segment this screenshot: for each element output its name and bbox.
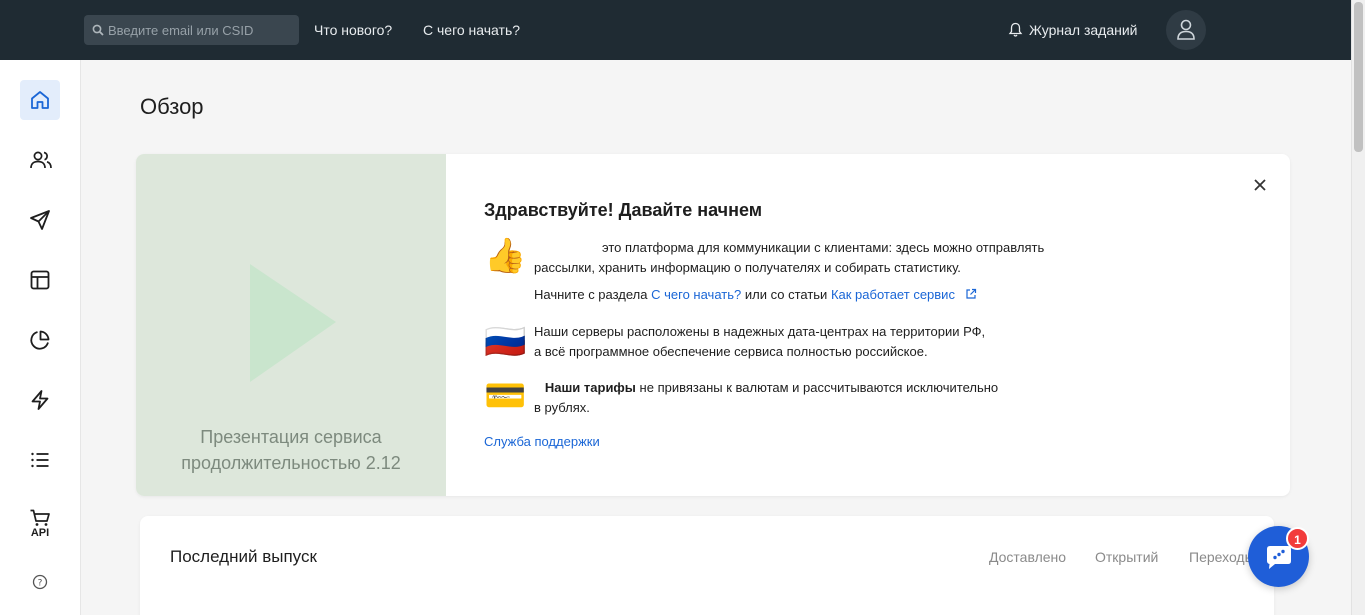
scrollbar-thumb[interactable] (1354, 2, 1363, 152)
page-scrollbar[interactable] (1351, 0, 1365, 615)
external-link-icon (965, 288, 976, 299)
intro-line-2: рассылки, хранить информацию о получател… (534, 260, 961, 275)
sidebar-item-lists[interactable] (20, 440, 60, 480)
start-prefix: Начните с раздела (534, 287, 648, 302)
last-issue-title: Последний выпуск (170, 547, 317, 566)
top-bar: Что нового? С чего начать? Журнал задани… (0, 0, 1351, 60)
zap-icon (31, 390, 49, 410)
play-icon[interactable] (248, 264, 336, 382)
tariffs-line-2: в рублях. (534, 400, 590, 415)
user-icon (1177, 19, 1195, 40)
intro-line-1: это платформа для коммуникации с клиента… (602, 240, 1045, 255)
home-icon (31, 91, 49, 109)
start-middle: или со статьи (744, 287, 828, 302)
russia-flag-icon: 🇷🇺 (484, 323, 527, 361)
video-presentation[interactable]: Презентация сервиса продолжительностью 2… (136, 154, 446, 496)
video-caption-line-2: продолжительностью 2.12 (181, 453, 401, 473)
sidebar-item-api[interactable]: API (20, 508, 60, 548)
close-icon[interactable] (1251, 176, 1269, 194)
welcome-title: Здравствуйте! Давайте начнем (484, 200, 763, 220)
api-label: API (30, 527, 50, 539)
search-input[interactable] (108, 15, 296, 45)
sidebar-item-home[interactable] (20, 80, 60, 120)
send-icon (30, 210, 50, 230)
how-it-works-label: Как работает (830, 287, 910, 302)
servers-paragraph: Наши серверы расположены в надежных дата… (534, 322, 1094, 362)
sidebar-item-automation[interactable] (20, 380, 60, 420)
how-it-works-link[interactable]: Как работает сервис (831, 287, 977, 302)
search-icon (92, 24, 104, 36)
notification-badge: 1 (1286, 527, 1309, 550)
video-caption: Презентация сервиса продолжительностью 2… (136, 424, 446, 476)
column-delivered: Доставлено (989, 549, 1067, 565)
video-caption-line-1: Презентация сервиса (200, 427, 382, 447)
welcome-card: Презентация сервиса продолжительностью 2… (136, 154, 1290, 496)
getting-started-inline-link[interactable]: С чего начать? (651, 287, 741, 302)
cart-icon (30, 509, 50, 526)
getting-started-link[interactable]: С чего начать? (423, 22, 520, 38)
users-icon (30, 151, 52, 169)
help-label: ? (38, 579, 43, 589)
task-journal-label: Журнал заданий (1029, 22, 1138, 38)
how-it-works-suffix: сервис (913, 287, 955, 302)
task-journal-button[interactable]: Журнал заданий (1008, 22, 1138, 38)
credit-card-icon: 💳 (484, 377, 527, 415)
intro-paragraph: это платформа для коммуникации с клиента… (534, 238, 1094, 278)
sidebar-item-campaigns[interactable] (20, 200, 60, 240)
list-icon (31, 452, 49, 468)
start-paragraph: Начните с раздела С чего начать? или со … (534, 285, 1094, 305)
layout-icon (30, 270, 50, 290)
sidebar-item-analytics[interactable] (20, 320, 60, 360)
bell-icon (1008, 22, 1023, 37)
servers-line-1: Наши серверы расположены в надежных дата… (534, 324, 986, 339)
tariffs-bold: Наши тарифы (544, 380, 636, 395)
tariffs-paragraph: Наши тарифы не привязаны к валютам и рас… (534, 378, 1094, 418)
last-issue-card: Последний выпуск Доставлено Открытий Пер… (140, 516, 1274, 615)
sidebar-item-contacts[interactable] (20, 140, 60, 180)
servers-line-2: а всё программное обеспечение сервиса по… (534, 344, 928, 359)
help-icon[interactable]: ? (31, 573, 49, 591)
search-box[interactable] (84, 15, 299, 45)
column-opens: Открытий (1095, 549, 1159, 565)
user-avatar[interactable] (1166, 10, 1206, 50)
sidebar-item-templates[interactable] (20, 260, 60, 300)
page-title: Обзор (140, 94, 204, 119)
sidebar: API ? (0, 60, 81, 615)
column-clicks: Переходы (1189, 549, 1255, 565)
whats-new-link[interactable]: Что нового? (314, 22, 392, 38)
thumbs-up-icon: 👍 (484, 237, 527, 275)
support-link[interactable]: Служба поддержки (484, 434, 600, 449)
pie-chart-icon (30, 330, 50, 350)
tariffs-line-1: не привязаны к валютам и рассчитываются … (639, 380, 999, 395)
